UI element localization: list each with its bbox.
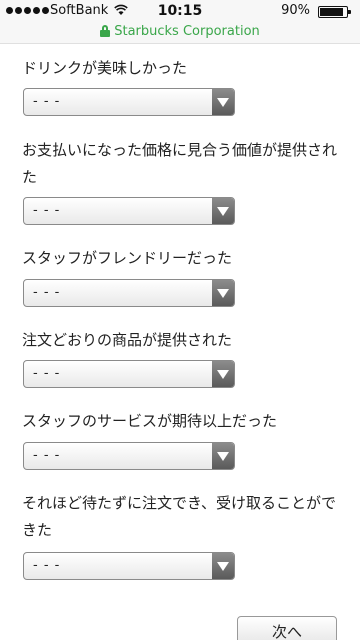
chevron-down-icon [217,98,229,107]
chevron-down-icon [217,207,229,216]
chevron-down-icon [217,370,229,379]
question-label-wait-time: それほど待たずに注文でき、受け取ることができた [22,494,336,539]
address-bar[interactable]: Starbucks Corporation [0,22,360,40]
site-name: Starbucks Corporation [114,23,260,39]
select-value: - - - [33,558,61,573]
battery-percentage: 90% [281,3,310,18]
question-label-order-accuracy: 注文どおりの商品が提供された [22,331,233,349]
select-drink[interactable]: - - - [23,88,235,116]
select-friendly-staff[interactable]: - - - [23,279,235,307]
chevron-down-icon [217,289,229,298]
lock-icon [100,25,111,37]
select-value: - - - [33,285,61,300]
status-bar: SoftBank 10:15 90% Starbucks Corporation [0,0,360,44]
select-service[interactable]: - - - [23,442,235,470]
select-value: - - - [33,366,61,381]
select-order-accuracy[interactable]: - - - [23,360,235,388]
select-value: - - - [33,448,61,463]
select-value-for-price[interactable]: - - - [23,197,235,225]
question-label-drink: ドリンクが美味しかった [22,59,188,77]
select-value: - - - [33,94,61,109]
battery-icon [318,6,351,18]
question-label-friendly-staff: スタッフがフレンドリーだった [22,249,233,267]
next-button[interactable]: 次へ [237,616,337,640]
question-label-value: お支払いになった価格に見合う価値が提供された [22,141,338,186]
select-wait-time[interactable]: - - - [23,552,235,580]
chevron-down-icon [217,562,229,571]
chevron-down-icon [217,452,229,461]
select-value: - - - [33,203,61,218]
question-label-service: スタッフのサービスが期待以上だった [22,412,278,430]
